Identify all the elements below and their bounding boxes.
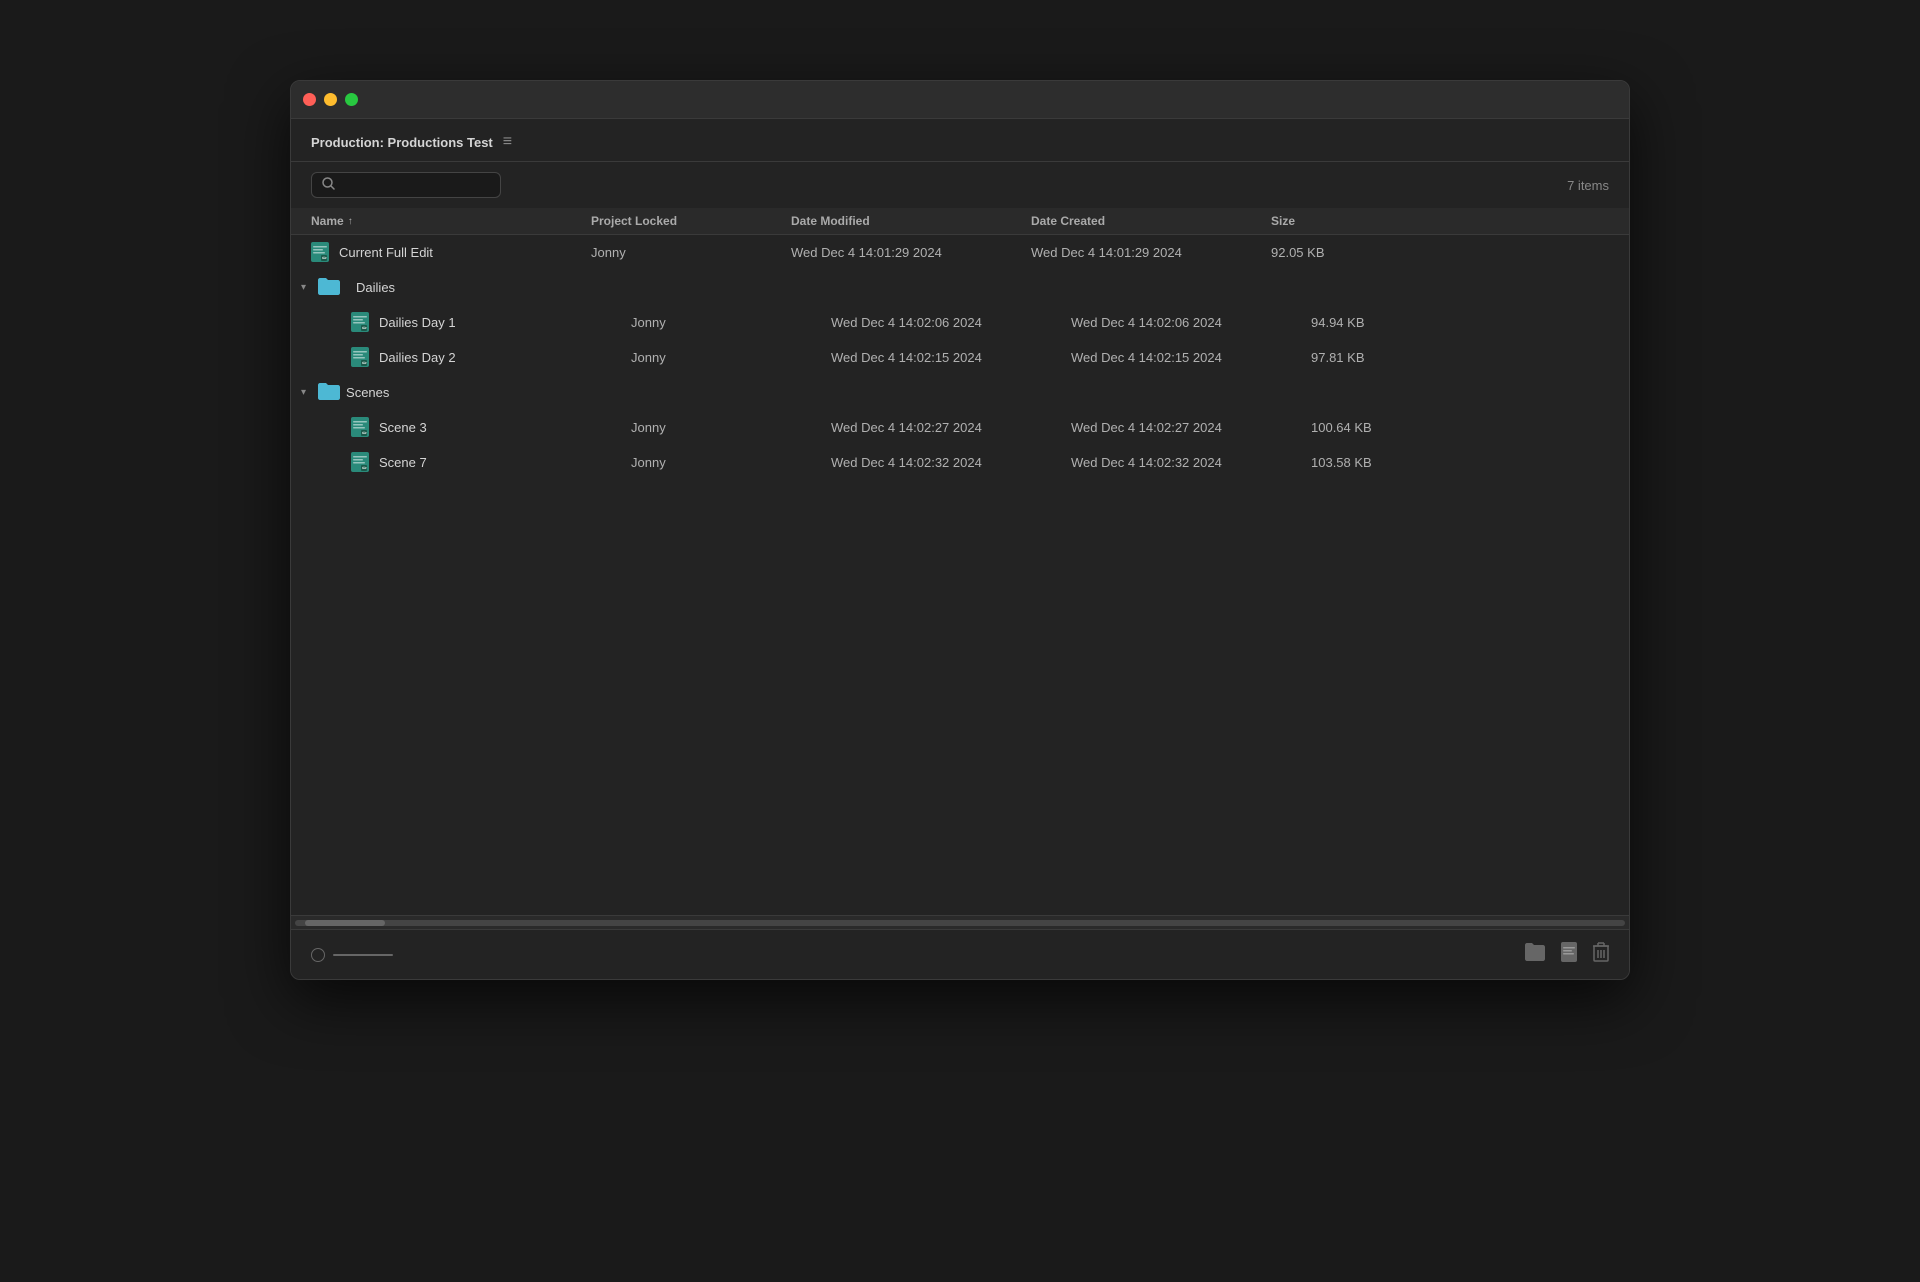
chevron-down-icon[interactable]: ▾ — [301, 387, 306, 398]
column-date-modified[interactable]: Date Modified — [791, 214, 1031, 228]
file-name-cell: ✏ Current Full Edit — [311, 242, 591, 262]
date-created-value: Wed Dec 4 14:02:15 2024 — [1071, 350, 1311, 365]
column-project-locked[interactable]: Project Locked — [591, 214, 791, 228]
size-value: 103.58 KB — [1311, 455, 1431, 470]
svg-text:✏: ✏ — [362, 326, 367, 332]
folder-name: Dailies — [346, 280, 395, 295]
chevron-down-icon[interactable]: ▾ — [301, 282, 306, 293]
column-date-created[interactable]: Date Created — [1031, 214, 1271, 228]
date-modified-value: Wed Dec 4 14:02:32 2024 — [831, 455, 1071, 470]
minimize-button[interactable] — [324, 93, 337, 106]
project-locked-value: Jonny — [591, 245, 791, 260]
file-name-cell: ✏ Scene 3 — [351, 417, 631, 437]
date-modified-value: Wed Dec 4 14:02:27 2024 — [831, 420, 1071, 435]
search-icon — [322, 177, 335, 193]
project-locked-value: Jonny — [631, 455, 831, 470]
bottom-actions — [1525, 942, 1609, 967]
svg-text:✏: ✏ — [362, 431, 367, 437]
file-name: Scene 3 — [379, 420, 427, 435]
list-item[interactable]: ▾ Scenes — [291, 375, 1629, 410]
project-file-icon: ✏ — [351, 312, 371, 332]
maximize-button[interactable] — [345, 93, 358, 106]
new-folder-button[interactable] — [1525, 943, 1545, 966]
file-name-cell: ✏ Scene 7 — [351, 452, 631, 472]
date-created-value: Wed Dec 4 14:02:06 2024 — [1071, 315, 1311, 330]
project-file-icon: ✏ — [351, 417, 371, 437]
folder-icon — [318, 382, 338, 402]
size-value: 100.64 KB — [1311, 420, 1431, 435]
project-file-icon: ✏ — [351, 347, 371, 367]
project-locked-value: Jonny — [631, 420, 831, 435]
size-value: 92.05 KB — [1271, 245, 1391, 260]
delete-button[interactable] — [1593, 942, 1609, 967]
column-size[interactable]: Size — [1271, 214, 1391, 228]
list-item[interactable]: ✏ Dailies Day 2 Jonny Wed Dec 4 14:02:15… — [291, 340, 1629, 375]
zoom-control — [311, 948, 393, 962]
new-file-button[interactable] — [1561, 942, 1577, 967]
traffic-lights — [303, 93, 358, 106]
file-name-cell: ✏ Dailies Day 2 — [351, 347, 631, 367]
toolbar: 7 items — [291, 162, 1629, 208]
date-created-value: Wed Dec 4 14:02:32 2024 — [1071, 455, 1311, 470]
column-name[interactable]: Name ↑ — [311, 214, 591, 228]
svg-text:✏: ✏ — [362, 361, 367, 367]
scrollbar-area[interactable] — [291, 915, 1629, 929]
items-count: 7 items — [1567, 178, 1609, 193]
file-name: Dailies Day 1 — [379, 315, 456, 330]
file-list: ✏ Current Full Edit Jonny Wed Dec 4 14:0… — [291, 235, 1629, 915]
zoom-slider[interactable] — [333, 954, 393, 956]
date-modified-value: Wed Dec 4 14:02:15 2024 — [831, 350, 1071, 365]
project-file-icon: ✏ — [311, 242, 331, 262]
file-name: Dailies Day 2 — [379, 350, 456, 365]
list-item[interactable]: ▾ Dailies — [291, 270, 1629, 305]
close-button[interactable] — [303, 93, 316, 106]
date-modified-value: Wed Dec 4 14:01:29 2024 — [791, 245, 1031, 260]
file-name-cell: ✏ Dailies Day 1 — [351, 312, 631, 332]
list-item[interactable]: ✏ Scene 3 Jonny Wed Dec 4 14:02:27 2024 … — [291, 410, 1629, 445]
date-created-value: Wed Dec 4 14:01:29 2024 — [1031, 245, 1271, 260]
size-value: 94.94 KB — [1311, 315, 1431, 330]
svg-text:✏: ✏ — [322, 256, 327, 262]
project-locked-value: Jonny — [631, 350, 831, 365]
date-created-value: Wed Dec 4 14:02:27 2024 — [1071, 420, 1311, 435]
list-item[interactable]: ✏ Dailies Day 1 Jonny Wed Dec 4 14:02:06… — [291, 305, 1629, 340]
list-item[interactable]: ✏ Scene 7 Jonny Wed Dec 4 14:02:32 2024 … — [291, 445, 1629, 480]
scrollbar-track — [295, 920, 1625, 926]
production-title: Production: Productions Test — [311, 135, 493, 150]
folder-name-cell: ▾ Dailies — [301, 277, 581, 297]
file-name: Current Full Edit — [339, 245, 433, 260]
menu-icon[interactable]: ≡ — [503, 133, 512, 151]
svg-text:✏: ✏ — [362, 466, 367, 472]
folder-name-cell: ▾ Scenes — [301, 382, 581, 402]
scrollbar-thumb[interactable] — [305, 920, 385, 926]
list-item[interactable]: ✏ Current Full Edit Jonny Wed Dec 4 14:0… — [291, 235, 1629, 270]
file-name: Scene 7 — [379, 455, 427, 470]
zoom-circle-icon — [311, 948, 325, 962]
bottom-bar — [291, 929, 1629, 979]
date-modified-value: Wed Dec 4 14:02:06 2024 — [831, 315, 1071, 330]
table-header: Name ↑ Project Locked Date Modified Date… — [291, 208, 1629, 235]
folder-icon — [318, 277, 338, 297]
titlebar — [291, 81, 1629, 119]
main-window: Production: Productions Test ≡ 7 items N… — [290, 80, 1630, 980]
folder-name: Scenes — [346, 385, 389, 400]
header: Production: Productions Test ≡ — [291, 119, 1629, 162]
search-box — [311, 172, 501, 198]
sort-arrow-name: ↑ — [348, 216, 353, 227]
project-locked-value: Jonny — [631, 315, 831, 330]
search-input[interactable] — [340, 178, 480, 193]
size-value: 97.81 KB — [1311, 350, 1431, 365]
project-file-icon: ✏ — [351, 452, 371, 472]
